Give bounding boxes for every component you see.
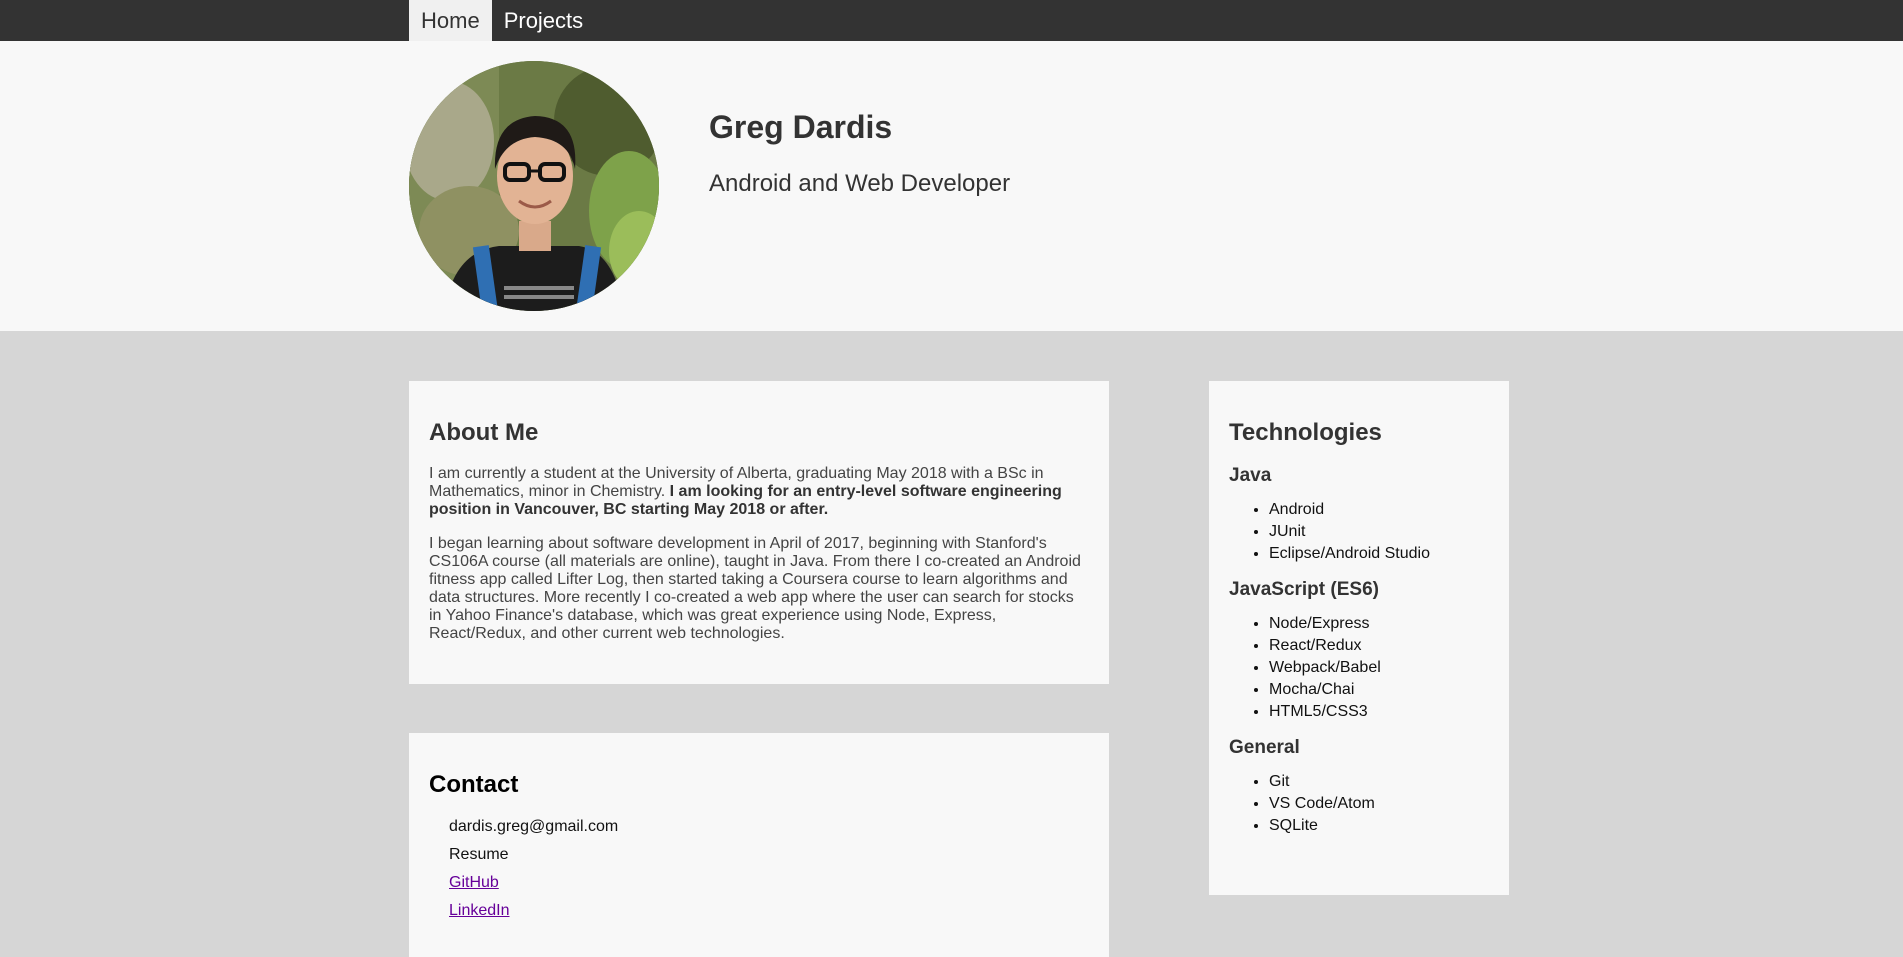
- contact-card: Contact dardis.greg@gmail.com Resume Git…: [409, 733, 1109, 957]
- contact-list: dardis.greg@gmail.com Resume GitHub Link…: [429, 813, 1089, 925]
- tech-item: React/Redux: [1269, 635, 1489, 657]
- about-title: About Me: [429, 419, 539, 446]
- contact-github-item: GitHub: [449, 869, 1089, 897]
- tech-group-javascript: JavaScript (ES6): [1229, 579, 1379, 600]
- contact-email: dardis.greg@gmail.com: [449, 818, 619, 835]
- tech-item: Git: [1269, 771, 1489, 793]
- tech-item: Mocha/Chai: [1269, 679, 1489, 701]
- profile-photo: [409, 61, 659, 311]
- technologies-title: Technologies: [1229, 419, 1382, 446]
- technologies-card: Technologies Java Android JUnit Eclipse/…: [1209, 381, 1509, 895]
- tech-list-javascript: Node/Express React/Redux Webpack/Babel M…: [1229, 613, 1489, 723]
- tech-list-java: Android JUnit Eclipse/Android Studio: [1229, 499, 1489, 565]
- tech-item: Node/Express: [1269, 613, 1489, 635]
- tech-item: HTML5/CSS3: [1269, 701, 1489, 723]
- avatar: [409, 61, 659, 311]
- nav-projects-link[interactable]: Projects: [492, 0, 595, 41]
- tech-group-java: Java: [1229, 465, 1272, 486]
- tech-group-general: General: [1229, 737, 1300, 758]
- linkedin-link[interactable]: LinkedIn: [449, 902, 510, 919]
- tech-item: Eclipse/Android Studio: [1269, 543, 1489, 565]
- profile-header: Greg Dardis Android and Web Developer: [0, 41, 1903, 331]
- tech-list-general: Git VS Code/Atom SQLite: [1229, 771, 1489, 837]
- profile-name: Greg Dardis: [709, 109, 893, 145]
- github-link[interactable]: GitHub: [449, 874, 499, 891]
- about-card: About Me I am currently a student at the…: [409, 381, 1109, 684]
- about-paragraph-2: I began learning about software developm…: [429, 535, 1081, 642]
- contact-resume: Resume: [449, 846, 509, 863]
- profile-tagline: Android and Web Developer: [709, 170, 1011, 197]
- top-navbar: Home Projects: [0, 0, 1903, 41]
- tech-item: Webpack/Babel: [1269, 657, 1489, 679]
- tech-item: JUnit: [1269, 521, 1489, 543]
- tech-item: VS Code/Atom: [1269, 793, 1489, 815]
- nav-links: Home Projects: [409, 0, 595, 41]
- contact-title: Contact: [429, 771, 519, 798]
- tech-item: Android: [1269, 499, 1489, 521]
- tech-item: SQLite: [1269, 815, 1489, 837]
- contact-linkedin-item: LinkedIn: [449, 897, 1089, 925]
- nav-home-link[interactable]: Home: [409, 0, 492, 41]
- about-paragraph-1: I am currently a student at the Universi…: [429, 465, 1089, 519]
